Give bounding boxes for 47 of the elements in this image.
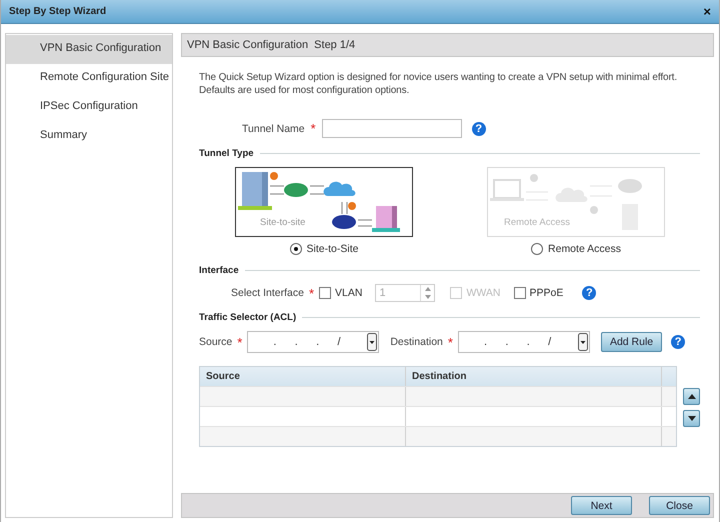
help-icon[interactable]: ? [671, 335, 686, 349]
radio-button[interactable] [290, 243, 302, 255]
dropdown-icon[interactable] [367, 333, 378, 351]
radio-option[interactable]: Site-to-Site [290, 243, 358, 255]
radio-option[interactable]: Remote Access [531, 243, 621, 255]
radio-label: Remote Access [548, 243, 621, 255]
required-mark: * [448, 334, 453, 350]
move-down-button[interactable] [683, 410, 700, 427]
ip-address-field[interactable]: . . . / [247, 331, 380, 353]
required-mark: * [310, 121, 316, 136]
field-label: Destination [390, 336, 443, 348]
close-button[interactable]: × [701, 4, 713, 19]
footer-button[interactable]: Next [571, 496, 632, 515]
required-mark: * [308, 286, 314, 300]
field-label: Select Interface [231, 287, 304, 299]
field-label: Source [199, 336, 232, 348]
move-up-button[interactable] [683, 388, 700, 405]
up-arrow-icon [688, 394, 696, 399]
section-heading: Tunnel Type [199, 148, 254, 159]
section-heading: Interface [199, 265, 239, 276]
radio-button[interactable] [531, 243, 544, 255]
tunnel-name-field[interactable] [322, 119, 462, 138]
diagram-caption: Site-to-site [260, 217, 306, 228]
window-title: Step By Step Wizard [9, 6, 106, 17]
checkbox-label: VLAN [335, 287, 362, 299]
sidebar-item[interactable]: Summary [6, 122, 172, 151]
sidebar-item[interactable]: Remote Configuration Site [6, 64, 172, 93]
checkbox-label: WWAN [466, 287, 500, 299]
add-rule-button[interactable]: Add Rule [600, 332, 662, 352]
sidebar-item[interactable]: IPSec Configuration [6, 93, 172, 122]
checkbox-label: PPPoE [530, 287, 564, 299]
help-icon[interactable]: ? [582, 286, 596, 300]
sidebar-item[interactable]: VPN Basic Configuration [6, 35, 172, 64]
down-arrow-icon [688, 416, 696, 421]
field-label: Tunnel Name [242, 122, 305, 134]
radio-label: Site-to-Site [306, 243, 358, 255]
checkbox[interactable] [319, 287, 332, 299]
section-heading: Traffic Selector (ACL) [199, 312, 296, 323]
required-mark: * [237, 334, 242, 350]
footer-button[interactable]: Close [649, 496, 710, 515]
step-title: VPN Basic Configuration Step 1/4 [187, 39, 356, 51]
intro-text: The Quick Setup Wizard option is designed for novice users wanting to create a VPN setup with minimal effort. Defaults are used for most configuration options. [199, 71, 678, 97]
help-icon[interactable]: ? [472, 122, 486, 136]
checkbox[interactable] [514, 287, 526, 299]
dropdown-icon[interactable] [578, 333, 588, 351]
diagram-caption: Remote Access [504, 217, 570, 228]
ip-address-field[interactable]: . . . / [458, 331, 590, 353]
